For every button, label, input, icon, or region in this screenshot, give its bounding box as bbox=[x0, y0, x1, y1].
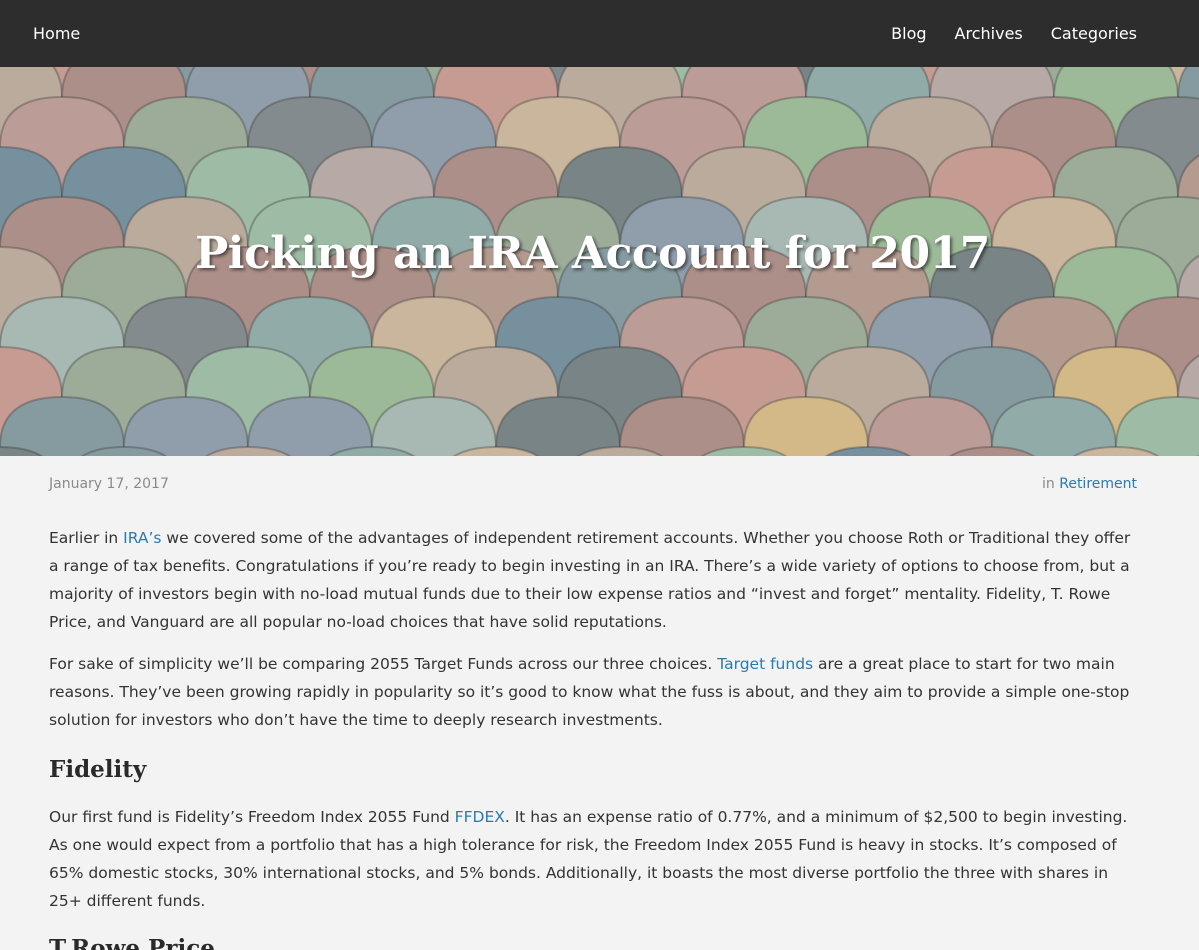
post-category: in Retirement bbox=[1042, 476, 1137, 492]
paragraph-target-funds: For sake of simplicity we’ll be comparin… bbox=[49, 650, 1137, 734]
category-prefix: in bbox=[1042, 476, 1055, 492]
post-date: January 17, 2017 bbox=[49, 476, 169, 492]
post-meta: January 17, 2017 in Retirement bbox=[0, 456, 1199, 492]
category-link[interactable]: Retirement bbox=[1059, 476, 1137, 492]
ira-link[interactable]: IRA’s bbox=[123, 529, 161, 547]
post-title: Picking an IRA Account for 2017 bbox=[195, 228, 990, 279]
hero-banner: Picking an IRA Account for 2017 bbox=[0, 67, 1199, 456]
target-funds-link[interactable]: Target funds bbox=[717, 655, 813, 673]
heading-trowe-price: T.Rowe Price bbox=[49, 935, 215, 950]
nav-blog-link[interactable]: Blog bbox=[891, 24, 926, 43]
nav-categories-link[interactable]: Categories bbox=[1051, 24, 1137, 43]
nav-home-link[interactable]: Home bbox=[33, 24, 80, 43]
text: we covered some of the advantages of ind… bbox=[49, 529, 1131, 631]
text: Our first fund is Fidelity’s Freedom Ind… bbox=[49, 808, 455, 826]
paragraph-intro: Earlier in IRA’s we covered some of the … bbox=[49, 524, 1137, 636]
heading-fidelity: Fidelity bbox=[49, 756, 147, 783]
text: For sake of simplicity we’ll be comparin… bbox=[49, 655, 718, 673]
ffdex-link[interactable]: FFDEX bbox=[455, 808, 505, 826]
article-body: Earlier in IRA’s we covered some of the … bbox=[0, 492, 1199, 950]
nav-archives-link[interactable]: Archives bbox=[955, 24, 1023, 43]
nav-right-links: Blog Archives Categories bbox=[891, 24, 1137, 43]
text: Earlier in bbox=[49, 529, 124, 547]
top-navigation: Home Blog Archives Categories bbox=[0, 0, 1199, 67]
paragraph-fidelity: Our first fund is Fidelity’s Freedom Ind… bbox=[49, 803, 1137, 915]
